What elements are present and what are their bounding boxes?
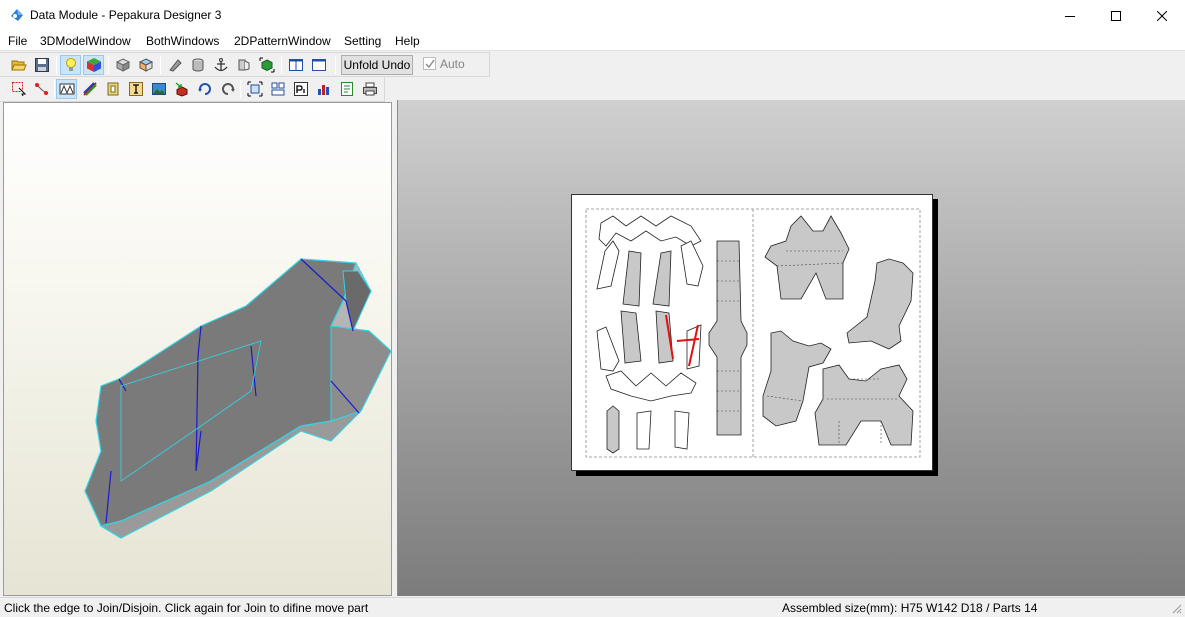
split-window-icon	[288, 59, 303, 71]
select-part-button[interactable]	[256, 55, 277, 75]
join-edge-button[interactable]	[31, 79, 52, 99]
window-title: Data Module - Pepakura Designer 3	[30, 8, 222, 22]
rotate-icon	[197, 83, 211, 95]
show-textured-button[interactable]	[135, 55, 156, 75]
page-number-icon	[293, 82, 308, 96]
rotate-button[interactable]	[194, 79, 215, 99]
menu-help[interactable]: Help	[395, 34, 420, 48]
move-cube-icon	[175, 82, 187, 97]
print-button[interactable]	[359, 79, 380, 99]
fit-page-icon	[247, 81, 262, 97]
maximize-button[interactable]	[1093, 0, 1139, 31]
scale-button[interactable]	[313, 79, 334, 99]
menu-bothwindows[interactable]: BothWindows	[146, 34, 219, 48]
fit-page-button[interactable]	[244, 79, 265, 99]
minimize-icon	[1065, 15, 1075, 17]
auto-label: Auto	[440, 57, 465, 71]
flap-button[interactable]	[233, 55, 254, 75]
cube-orange-icon	[138, 58, 153, 72]
image-icon	[151, 83, 166, 95]
image-tool-button[interactable]	[148, 79, 169, 99]
model-3d-render	[84, 258, 392, 539]
pencil-icon	[168, 59, 182, 72]
close-icon	[1157, 10, 1167, 21]
print-preview-button[interactable]	[336, 79, 357, 99]
lightbulb-icon	[65, 58, 76, 71]
status-assembled-size: Assembled size(mm): H75 W142 D18 / Parts…	[782, 601, 1038, 615]
window-split-button[interactable]	[285, 55, 306, 75]
save-button[interactable]	[31, 55, 52, 75]
pattern-parts	[585, 208, 921, 458]
edge-tool-button[interactable]	[164, 55, 185, 75]
single-window-icon	[311, 59, 326, 71]
show-faces-button[interactable]	[112, 55, 133, 75]
status-message: Click the edge to Join/Disjoin. Click ag…	[4, 601, 369, 615]
menu-bar: File 3DModelWindow BothWindows 2DPattern…	[0, 31, 1185, 51]
cylinder-button[interactable]	[187, 55, 208, 75]
menu-setting[interactable]: Setting	[344, 34, 381, 48]
arrange-parts-button[interactable]	[267, 79, 288, 99]
select-cube-icon	[259, 57, 274, 73]
pepakura-app-icon	[11, 9, 23, 21]
edge-id-button[interactable]	[102, 79, 123, 99]
select-arrow-icon	[11, 82, 26, 97]
page-number-button[interactable]	[290, 79, 311, 99]
close-button[interactable]	[1139, 0, 1185, 31]
main-toolbar: Unfold Undo Auto	[0, 52, 490, 77]
pattern-paper-sheet[interactable]	[571, 194, 933, 471]
cube-gray-icon	[115, 58, 130, 72]
menu-file[interactable]: File	[8, 34, 27, 48]
cylinder-icon	[192, 58, 203, 72]
anchor-button[interactable]	[210, 55, 231, 75]
title-bar: Data Module - Pepakura Designer 3	[0, 0, 1185, 31]
folder-open-icon	[10, 60, 27, 71]
select-tool-button[interactable]	[8, 79, 29, 99]
texture-button[interactable]	[83, 55, 104, 75]
undo-rotate-button[interactable]	[217, 79, 238, 99]
unfold-undo-button[interactable]: Unfold Undo	[341, 55, 413, 75]
window-single-button[interactable]	[308, 55, 329, 75]
fold-lines-button[interactable]	[79, 79, 100, 99]
minimize-button[interactable]	[1047, 0, 1093, 31]
printer-icon	[362, 82, 377, 96]
text-tool-button[interactable]	[125, 79, 146, 99]
scale-chart-icon	[317, 85, 329, 95]
resize-grip-icon[interactable]	[1170, 602, 1182, 614]
show-flaps-button[interactable]	[56, 79, 77, 99]
open-button[interactable]	[8, 55, 29, 75]
light-button[interactable]	[60, 55, 81, 75]
flaps-icon	[59, 83, 74, 95]
menu-2dpatternwindow[interactable]: 2DPatternWindow	[234, 34, 331, 48]
color-cube-icon	[86, 58, 101, 72]
auto-checkbox[interactable]	[423, 57, 436, 70]
rotate-back-icon	[221, 83, 235, 95]
model-3d-view[interactable]	[3, 102, 392, 596]
flap-icon	[238, 59, 249, 71]
status-bar: Click the edge to Join/Disjoin. Click ag…	[0, 597, 1185, 617]
arrange-icon	[271, 82, 284, 96]
save-icon	[34, 58, 49, 72]
edge-id-icon	[107, 82, 118, 96]
text-tool-icon	[128, 82, 143, 96]
menu-3dmodelwindow[interactable]: 3DModelWindow	[40, 34, 131, 48]
checkmark-icon	[425, 59, 435, 68]
anchor-icon	[214, 58, 227, 72]
fold-lines-icon	[82, 82, 97, 96]
maximize-icon	[1111, 10, 1121, 21]
join-edge-icon	[34, 83, 48, 95]
pattern-toolbar	[0, 77, 385, 102]
move-part-button[interactable]	[171, 79, 192, 99]
print-preview-icon	[340, 82, 353, 96]
